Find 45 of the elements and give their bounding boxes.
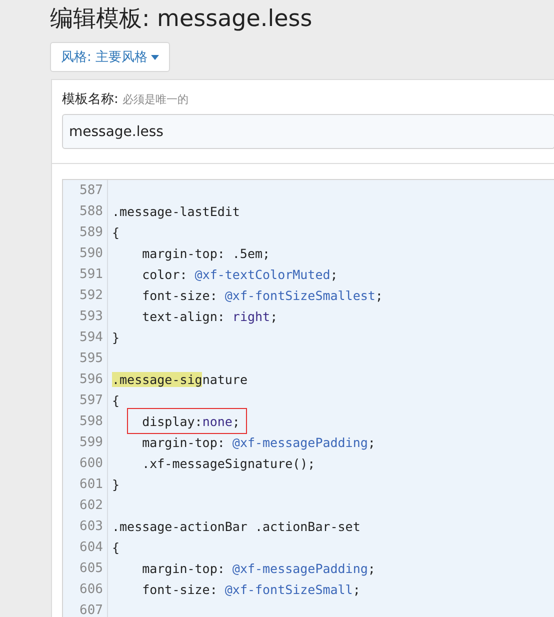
line-number: 588 [63,201,108,222]
code-line: { [111,539,120,557]
line-number: 601 [63,474,108,495]
template-name-field[interactable]: message.less [62,114,554,149]
field-label: 模板名称: [62,91,118,108]
code-line: { [111,224,120,242]
caret-icon [150,54,159,60]
line-number: 604 [63,537,108,558]
line-number: 591 [63,264,108,285]
line-number: 587 [63,180,108,201]
line-number: 605 [63,558,108,579]
code-line: margin-top: @xf-messagePadding; [141,434,376,452]
line-number: 590 [63,243,108,264]
code-line: font-size: @xf-fontSizeSmall; [141,581,360,599]
line-number: 595 [63,348,108,369]
code-line: font-size: @xf-fontSizeSmallest; [141,287,383,305]
line-number: 603 [63,516,108,537]
line-number: 602 [63,495,108,516]
line-number: 593 [63,306,108,327]
line-number: 589 [63,222,108,243]
line-number: 592 [63,285,108,306]
line-number: 594 [63,327,108,348]
line-number: 598 [63,411,108,432]
code-line: .message-actionBar .actionBar-set [111,518,360,536]
code-line: .xf-messageSignature(); [141,455,316,473]
code-line: .message-signature [111,371,248,389]
field-hint: 必须是唯一的 [122,92,188,107]
style-dropdown-button[interactable]: 风格: 主要风格 [50,42,170,72]
line-number: 606 [63,579,108,600]
line-number: 597 [63,390,108,411]
code-line: display:none; [141,413,240,431]
code-line: .message-lastEdit [111,203,240,221]
code-editor[interactable] [62,179,554,617]
code-line: } [111,329,120,347]
line-number: 599 [63,432,108,453]
code-line: margin-top: @xf-messagePadding; [141,560,376,578]
page-title: 编辑模板: message.less [50,5,314,34]
code-line: } [111,476,120,494]
code-line: text-align: right; [141,308,278,326]
line-number: 607 [63,600,108,617]
code-line: margin-top: .5em; [141,245,270,263]
code-line: color: @xf-textColorMuted; [141,266,338,284]
code-line: { [111,392,120,410]
line-number: 600 [63,453,108,474]
line-number: 596 [63,369,108,390]
